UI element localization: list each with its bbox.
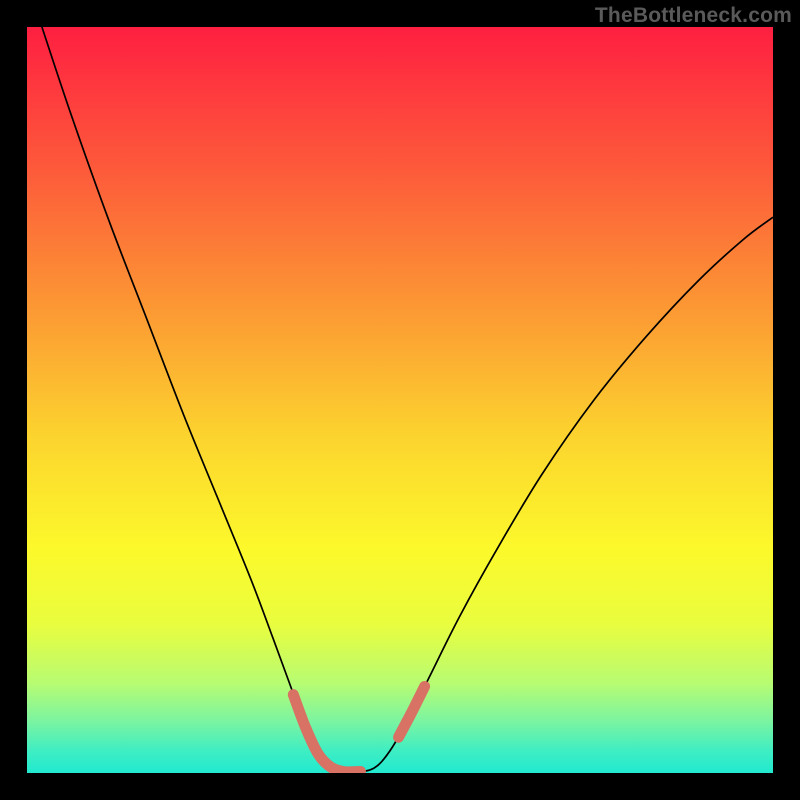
gradient-background xyxy=(27,27,773,773)
plot-area xyxy=(27,27,773,773)
chart-root: TheBottleneck.com xyxy=(0,0,800,800)
watermark-text: TheBottleneck.com xyxy=(595,4,792,28)
